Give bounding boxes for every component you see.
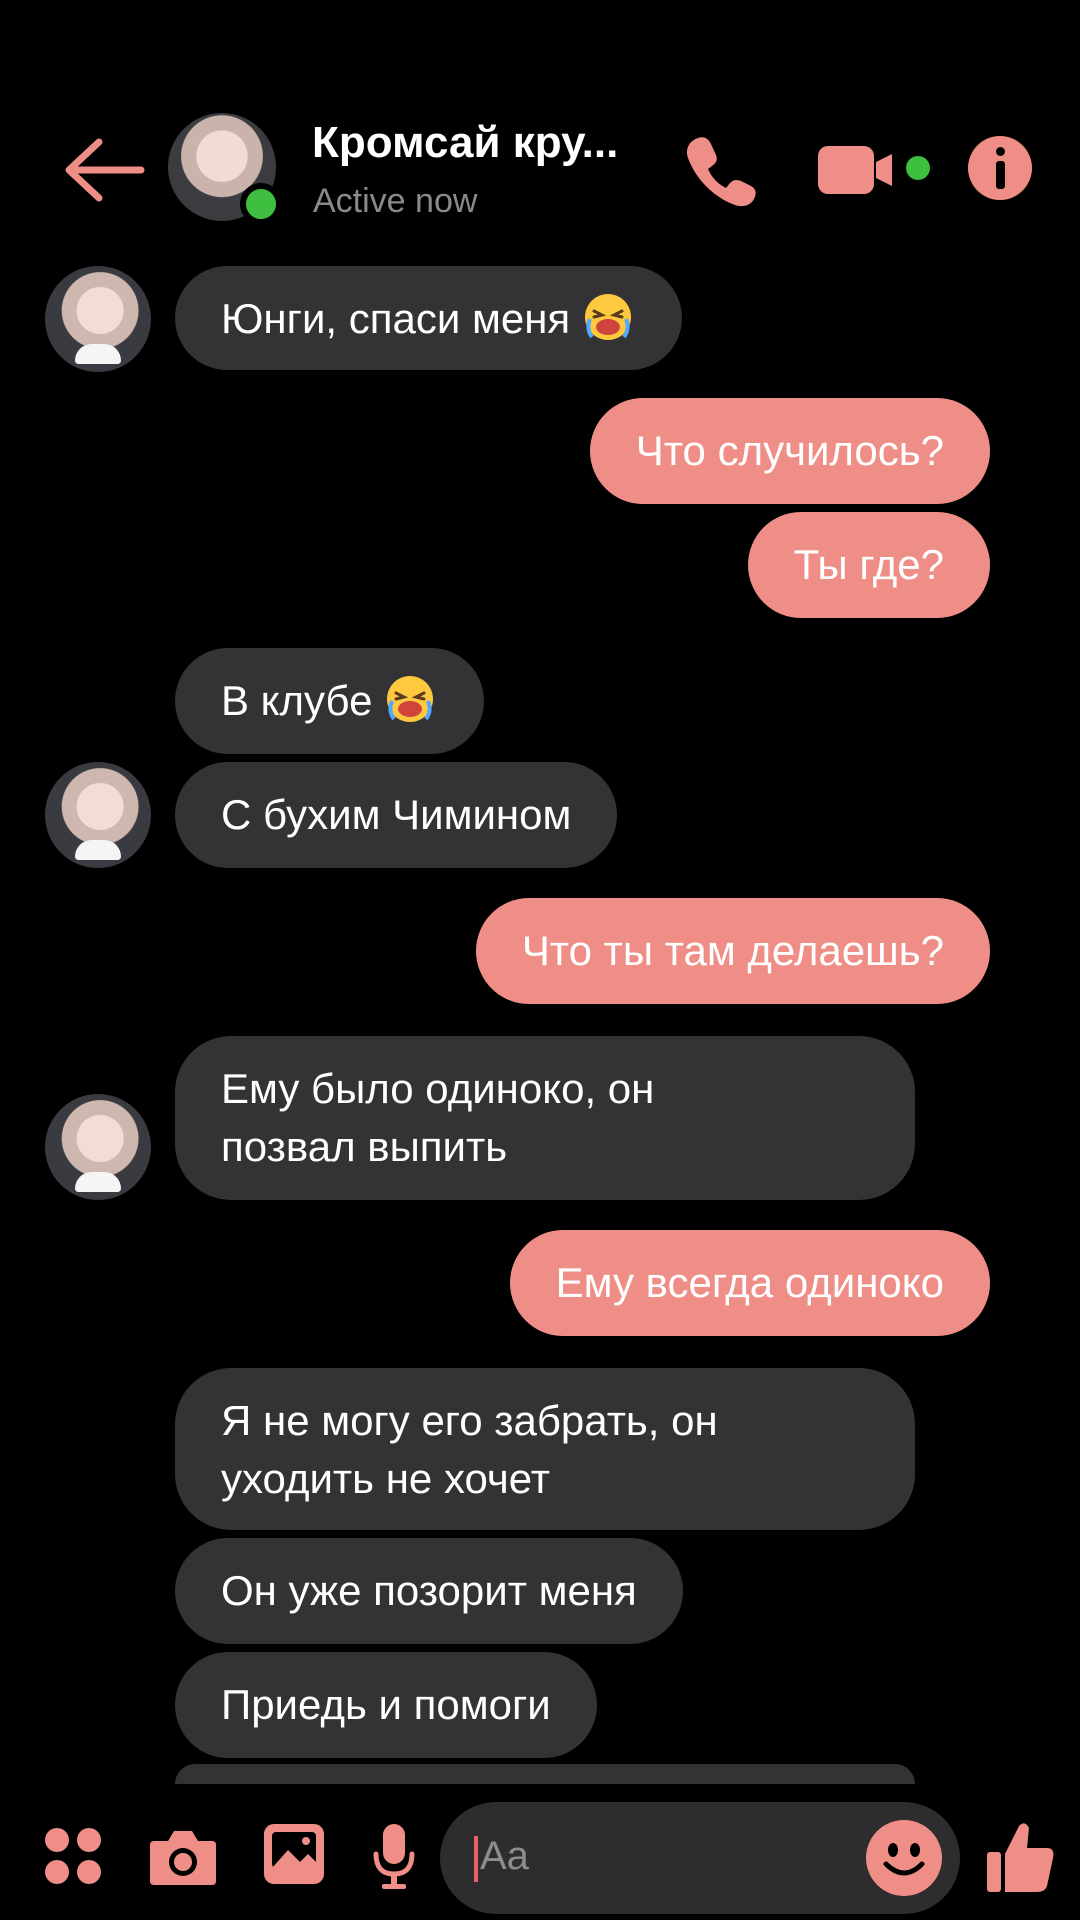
message-text-line: уходить не хочет [221, 1455, 550, 1502]
message-input-placeholder: Aa [480, 1834, 529, 1878]
message-bubble-incoming[interactable]: Юнги, спаси меня [175, 266, 683, 370]
messenger-chat-screen: Кромсай кру... Active now Юнги, спаси ме… [0, 0, 1080, 1920]
arrow-left-icon[interactable] [55, 130, 155, 210]
sender-avatar[interactable] [45, 762, 151, 868]
microphone-icon[interactable] [372, 1822, 416, 1892]
text-caret [474, 1836, 478, 1882]
phone-icon[interactable] [680, 130, 760, 210]
message-bubble-incoming[interactable]: Ему было одиноко, он позвал выпить [175, 1036, 915, 1200]
smiley-icon[interactable] [866, 1820, 942, 1896]
message-text: В клубе [221, 677, 373, 724]
crying-face-icon [580, 291, 636, 341]
message-text: Юнги, спаси меня [221, 295, 571, 342]
video-camera-icon[interactable] [816, 140, 936, 200]
message-bubble-outgoing[interactable]: Ты где? [747, 512, 990, 618]
sender-avatar[interactable] [45, 1094, 151, 1200]
message-bubble-incoming[interactable]: В клубе [175, 648, 485, 754]
message-text: Он уже позорит меня [221, 1567, 637, 1614]
info-icon[interactable] [968, 136, 1032, 200]
message-input[interactable]: Aa [440, 1802, 960, 1914]
message-text-line: позвал выпить [221, 1123, 508, 1170]
chat-header: Кромсай кру... Active now [0, 0, 1080, 260]
thumbs-up-icon[interactable] [985, 1820, 1055, 1896]
message-text: Что случилось? [635, 427, 944, 474]
message-text-line: Ему было одиноко, он [221, 1065, 655, 1112]
message-bubble-outgoing[interactable]: Что ты там делаешь? [475, 898, 990, 1004]
apps-icon[interactable] [45, 1828, 105, 1888]
composer-bar: Aa [0, 1780, 1080, 1920]
message-text: Что ты там делаешь? [521, 927, 944, 974]
message-text: Ему всегда одиноко [555, 1259, 944, 1306]
contact-name[interactable]: Кромсай кру... [312, 118, 618, 168]
message-bubble-incoming[interactable]: Он уже позорит меня [175, 1538, 683, 1644]
message-bubble-incoming[interactable]: Я не могу его забрать, он уходить не хоч… [175, 1368, 915, 1530]
contact-avatar[interactable] [168, 113, 282, 225]
message-bubble-incoming[interactable]: С бухим Чимином [175, 762, 618, 868]
message-text-line: Я не могу его забрать, он [221, 1397, 718, 1444]
sender-avatar[interactable] [45, 266, 151, 372]
message-bubble-outgoing[interactable]: Ему всегда одиноко [509, 1230, 990, 1336]
crying-face-icon [382, 673, 438, 723]
image-icon[interactable] [262, 1822, 326, 1886]
message-bubble-incoming[interactable]: Приедь и помоги [175, 1652, 597, 1758]
message-text: С бухим Чимином [221, 791, 572, 838]
message-text: Ты где? [793, 541, 944, 588]
camera-icon[interactable] [148, 1825, 218, 1887]
online-indicator [240, 183, 282, 225]
message-text: Приедь и помоги [221, 1681, 551, 1728]
contact-status: Active now [313, 182, 478, 220]
message-bubble-outgoing[interactable]: Что случилось? [589, 398, 990, 504]
